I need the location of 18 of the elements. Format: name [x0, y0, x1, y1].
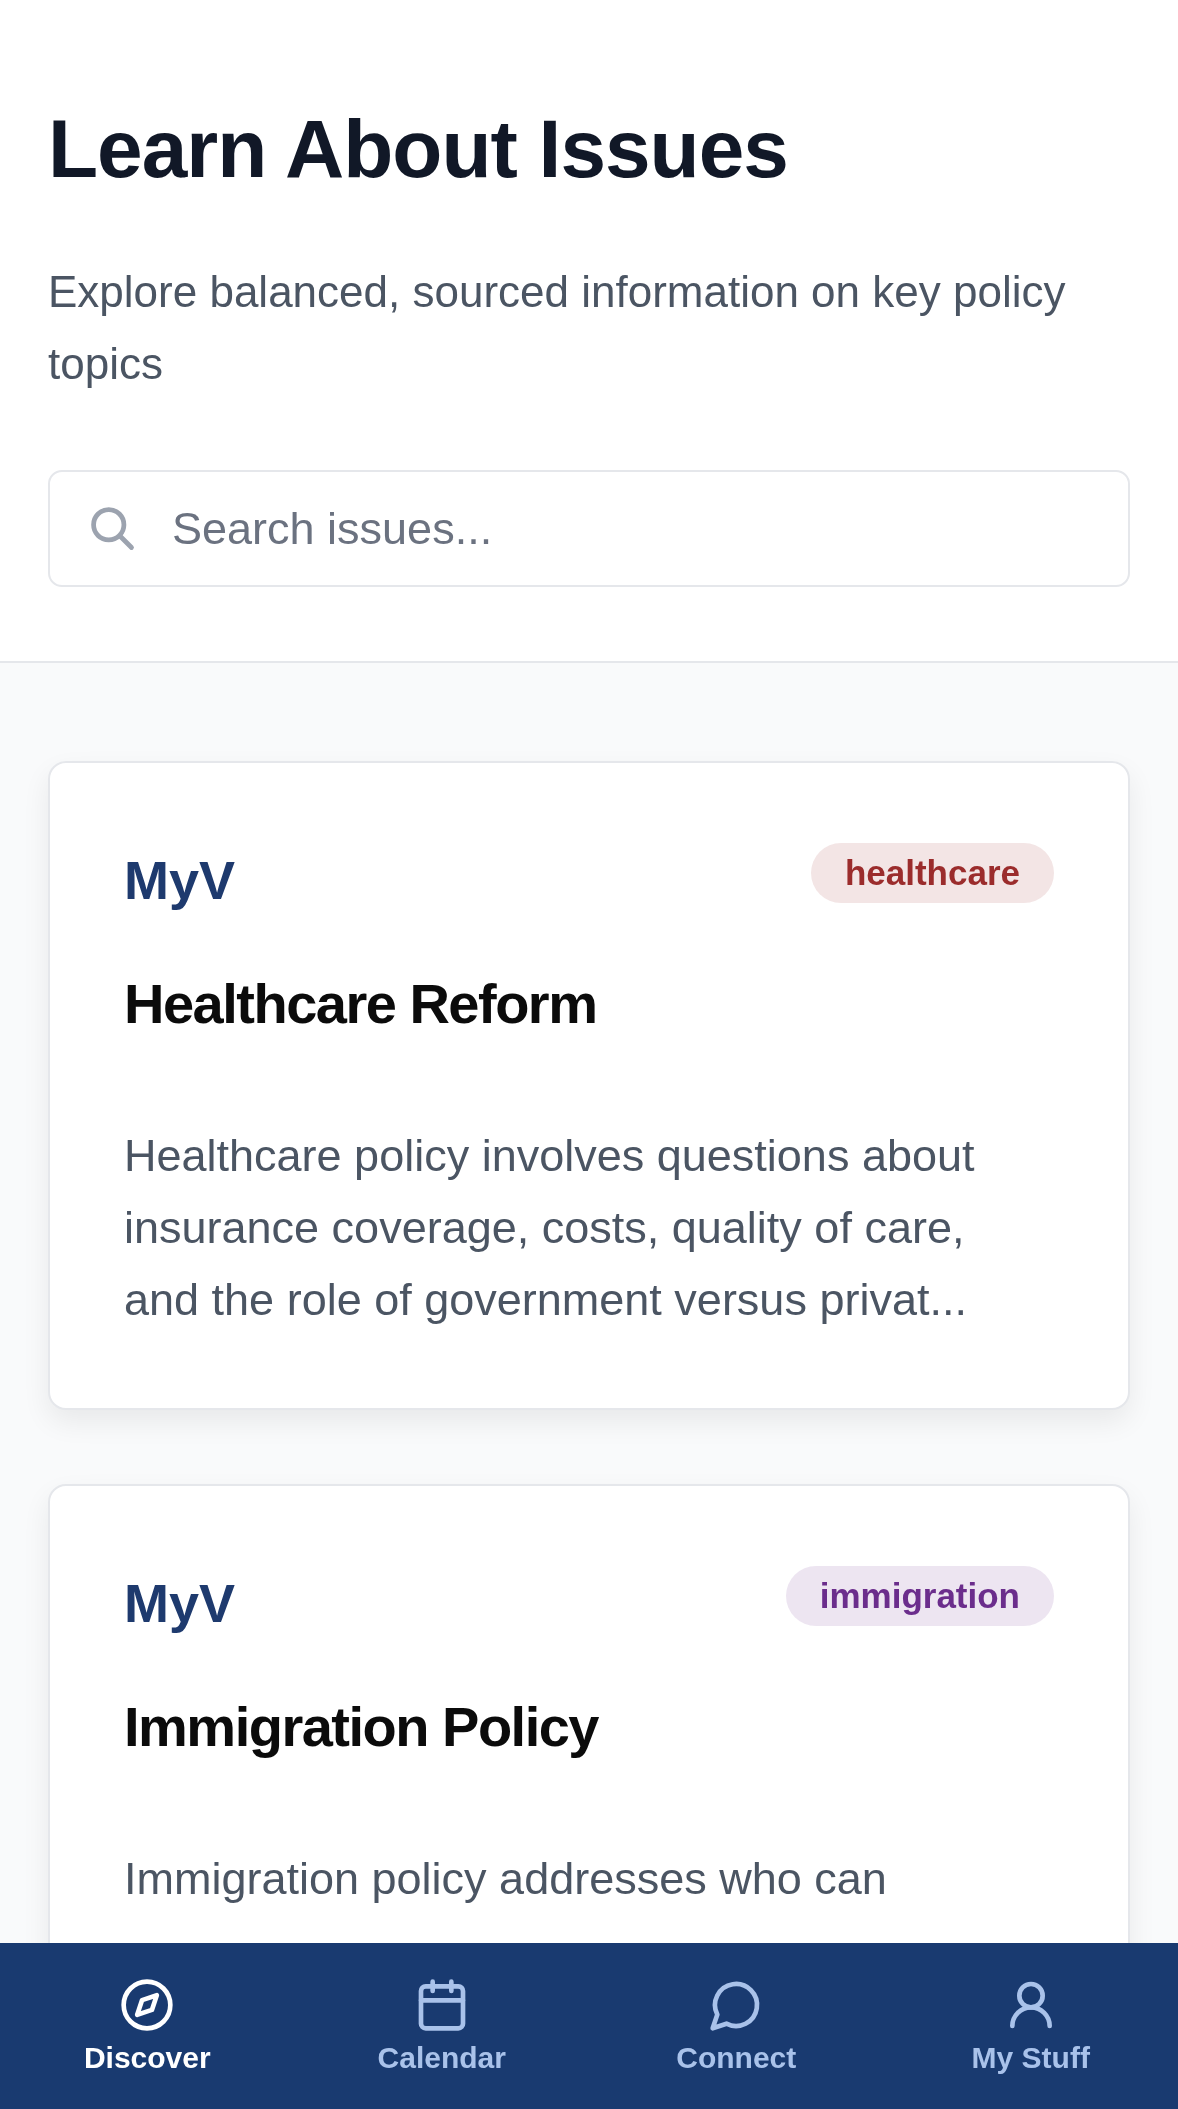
topic-tag: healthcare: [810, 843, 1054, 904]
issue-summary: Healthcare policy involves questions about insurance coverage, costs, quality of care, and the role of government versus privat...: [124, 1129, 976, 1328]
issue-summary: Immigration policy addresses who can: [124, 1852, 888, 1907]
page-subtitle: Explore balanced, sourced information on key policy topics: [48, 266, 1067, 391]
issue-title: Healthcare Reform: [124, 971, 598, 1037]
source-label: MyV: [124, 849, 236, 912]
issue-card[interactable]: MyV healthcare Healthcare Reform Healthcare policy involves questions about insurance coverage, costs, quality of care, and the role of government versus privat...: [48, 761, 1130, 1411]
issue-card[interactable]: MyV immigration Immigration Policy Immigration policy addresses who can: [48, 1484, 1130, 1943]
compass-icon: [119, 1977, 176, 2033]
search-field[interactable]: Search issues...: [48, 470, 1130, 588]
nav-tab[interactable]: Discover: [0, 1943, 295, 2109]
nav-tab[interactable]: Connect: [589, 1943, 884, 2109]
source-label: MyV: [124, 1572, 236, 1635]
topic-tag: immigration: [785, 1566, 1054, 1627]
issue-title: Immigration Policy: [124, 1694, 600, 1760]
nav-tab[interactable]: My Stuff: [883, 1943, 1178, 2109]
nav-tab[interactable]: Calendar: [294, 1943, 589, 2109]
page-title: Learn About Issues: [48, 104, 789, 195]
